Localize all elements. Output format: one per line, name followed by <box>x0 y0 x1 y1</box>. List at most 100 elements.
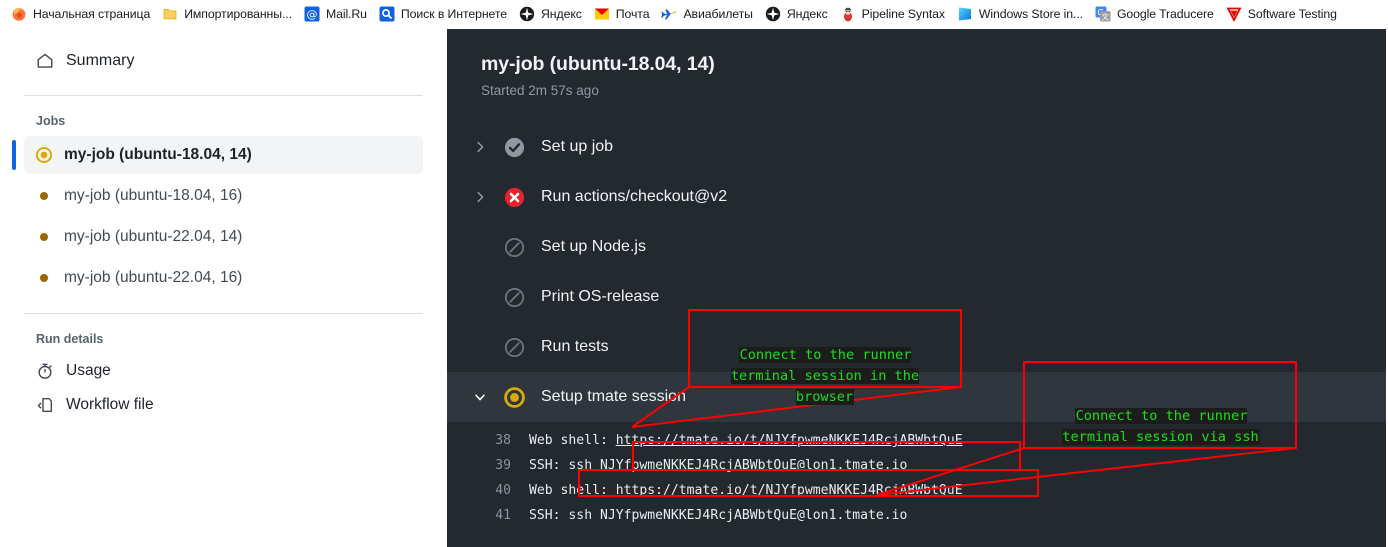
log-line-text: ssh NJYfpwmeNKKEJ4RcjABWbtQuE@lon1.tmate… <box>568 508 908 523</box>
status-failure-icon <box>503 186 525 208</box>
status-success-icon <box>503 136 525 158</box>
log-line-prefix: SSH: <box>529 458 569 473</box>
run-details-heading: Run details <box>36 332 104 346</box>
step-label: Set up Node.js <box>541 238 646 255</box>
step-row-print-os-release[interactable]: Print OS-release <box>447 272 1388 322</box>
bookmark-pipeline-syntax[interactable]: Pipeline Syntax <box>835 2 952 26</box>
svg-text:@: @ <box>306 8 317 21</box>
step-label: Setup tmate session <box>541 388 686 405</box>
sidebar-item-label: Summary <box>66 52 135 69</box>
log-line-number: 38 <box>495 433 511 448</box>
bookmark-label: Google Traducere <box>1116 7 1214 21</box>
sidebar-item-label: Workflow file <box>66 396 154 413</box>
chevron-down-icon[interactable] <box>469 390 491 404</box>
sidebar-item-workflow-file[interactable]: Workflow file <box>24 388 423 422</box>
status-skipped-icon <box>503 236 525 258</box>
sidebar-item-job-3[interactable]: my-job (ubuntu-22.04, 16) <box>24 259 423 297</box>
status-skipped-icon <box>503 286 525 308</box>
bookmark-label: Начальная страница <box>33 7 151 21</box>
airplane-icon <box>661 6 677 22</box>
sidebar-divider-1 <box>24 95 423 96</box>
annotation-line: Connect to the runner terminal session i… <box>730 347 920 405</box>
bookmark-label: Поиск в Интернете <box>400 7 508 21</box>
log-line-number: 39 <box>495 458 511 473</box>
bookmark-label: Яндекс <box>541 7 582 21</box>
log-line: 41 SSH: ssh NJYfpwmeNKKEJ4RcjABWbtQuE@lo… <box>447 503 1388 528</box>
bookmark-mail[interactable]: Почта <box>589 2 657 26</box>
bookmark-home-page[interactable]: Начальная страница <box>6 2 157 26</box>
log-line-link[interactable]: https://tmate.io/t/NJYfpwmeNKKEJ4RcjABWb… <box>616 483 963 498</box>
home-icon <box>36 52 54 70</box>
queued-icon <box>36 188 52 204</box>
sidebar-item-job-1[interactable]: my-job (ubuntu-18.04, 16) <box>24 177 423 215</box>
yandex-icon <box>519 6 535 22</box>
chevron-right-icon[interactable] <box>469 190 491 204</box>
step-row-set-up-job[interactable]: Set up job <box>447 122 1388 172</box>
bookmark-internet-search[interactable]: Поиск в Интернете <box>374 2 514 26</box>
in-progress-icon <box>36 147 52 163</box>
bookmark-software-testing[interactable]: Software Testing <box>1221 2 1344 26</box>
log-line-prefix: SSH: <box>529 508 569 523</box>
page-title: my-job (ubuntu-18.04, 14) <box>481 53 715 75</box>
bookmark-label: Яндекс <box>786 7 828 21</box>
bookmark-label: Авиабилеты <box>683 7 753 21</box>
sidebar-item-label: my-job (ubuntu-18.04, 14) <box>64 146 252 163</box>
windows-store-icon <box>957 6 973 22</box>
bookmark-label: Pipeline Syntax <box>861 7 945 21</box>
sidebar-item-label: Usage <box>66 362 111 379</box>
step-label: Run actions/checkout@v2 <box>541 188 728 205</box>
search-icon <box>379 6 395 22</box>
bookmark-imported[interactable]: Импортированны... <box>157 2 299 26</box>
step-label: Set up job <box>541 138 614 155</box>
bookmark-yandex-2[interactable]: Яндекс <box>760 2 835 26</box>
bookmark-windows-store[interactable]: Windows Store in... <box>952 2 1090 26</box>
bookmark-yandex-1[interactable]: Яндекс <box>514 2 589 26</box>
job-header: my-job (ubuntu-18.04, 14) Started 2m 57s… <box>447 29 1388 98</box>
mailru-icon: @ <box>304 6 320 22</box>
bookmark-mailru[interactable]: @ Mail.Ru <box>299 2 374 26</box>
sidebar-item-summary[interactable]: Summary <box>24 43 423 79</box>
sidebar-item-job-2[interactable]: my-job (ubuntu-22.04, 14) <box>24 218 423 256</box>
queued-icon <box>36 270 52 286</box>
stopwatch-icon <box>36 362 54 380</box>
sidebar: Summary Jobs my-job (ubuntu-18.04, 14) m… <box>0 29 447 547</box>
browser-window: Начальная страница Импортированны... @ M… <box>0 0 1388 547</box>
bookmark-label: Software Testing <box>1247 7 1337 21</box>
log-line-number: 41 <box>495 508 511 523</box>
bookmark-label: Windows Store in... <box>978 7 1083 21</box>
step-label: Print OS-release <box>541 288 660 305</box>
sidebar-item-usage[interactable]: Usage <box>24 354 423 388</box>
bookmarks-bar: Начальная страница Импортированны... @ M… <box>0 0 1388 29</box>
annotation-ssh-text: Connect to the runner terminal session v… <box>1035 385 1287 448</box>
svg-text:文: 文 <box>1101 12 1109 22</box>
firefox-icon <box>11 6 27 22</box>
step-row-run-actions-checkout[interactable]: Run actions/checkout@v2 <box>447 172 1388 222</box>
annotation-web-shell-text: Connect to the runner terminal session i… <box>699 324 951 408</box>
sidebar-item-label: my-job (ubuntu-22.04, 14) <box>64 228 243 245</box>
bookmark-label: Почта <box>615 7 650 21</box>
log-line-prefix: Web shell: <box>529 483 616 498</box>
annotation-line: Connect to the runner terminal session v… <box>1062 408 1260 445</box>
jobs-heading: Jobs <box>36 114 66 128</box>
log-line-number: 40 <box>495 483 511 498</box>
yandex-icon <box>765 6 781 22</box>
log-line-link[interactable]: https://tmate.io/t/NJYfpwmeNKKEJ4RcjABWb… <box>616 433 963 448</box>
workflow-file-icon <box>36 396 54 414</box>
chevron-right-icon[interactable] <box>469 140 491 154</box>
job-detail-panel: my-job (ubuntu-18.04, 14) Started 2m 57s… <box>447 29 1388 547</box>
bookmark-label: Mail.Ru <box>325 7 367 21</box>
sidebar-item-label: my-job (ubuntu-18.04, 16) <box>64 187 243 204</box>
status-in-progress-icon <box>503 386 525 408</box>
bookmark-label: Импортированны... <box>184 7 292 21</box>
step-row-set-up-nodejs[interactable]: Set up Node.js <box>447 222 1388 272</box>
jenkins-icon <box>840 6 856 22</box>
bookmark-google-translate[interactable]: G 文 Google Traducere <box>1090 2 1221 26</box>
google-translate-icon: G 文 <box>1095 6 1111 22</box>
log-line-text: ssh NJYfpwmeNKKEJ4RcjABWbtQuE@lon1.tmate… <box>568 458 908 473</box>
log-line: 39 SSH: ssh NJYfpwmeNKKEJ4RcjABWbtQuE@lo… <box>447 453 1388 478</box>
mail-icon <box>594 6 610 22</box>
jobs-list: my-job (ubuntu-18.04, 14) my-job (ubuntu… <box>12 136 423 297</box>
bookmark-flights[interactable]: Авиабилеты <box>656 2 759 26</box>
status-skipped-icon <box>503 336 525 358</box>
sidebar-item-job-0[interactable]: my-job (ubuntu-18.04, 14) <box>12 136 423 174</box>
